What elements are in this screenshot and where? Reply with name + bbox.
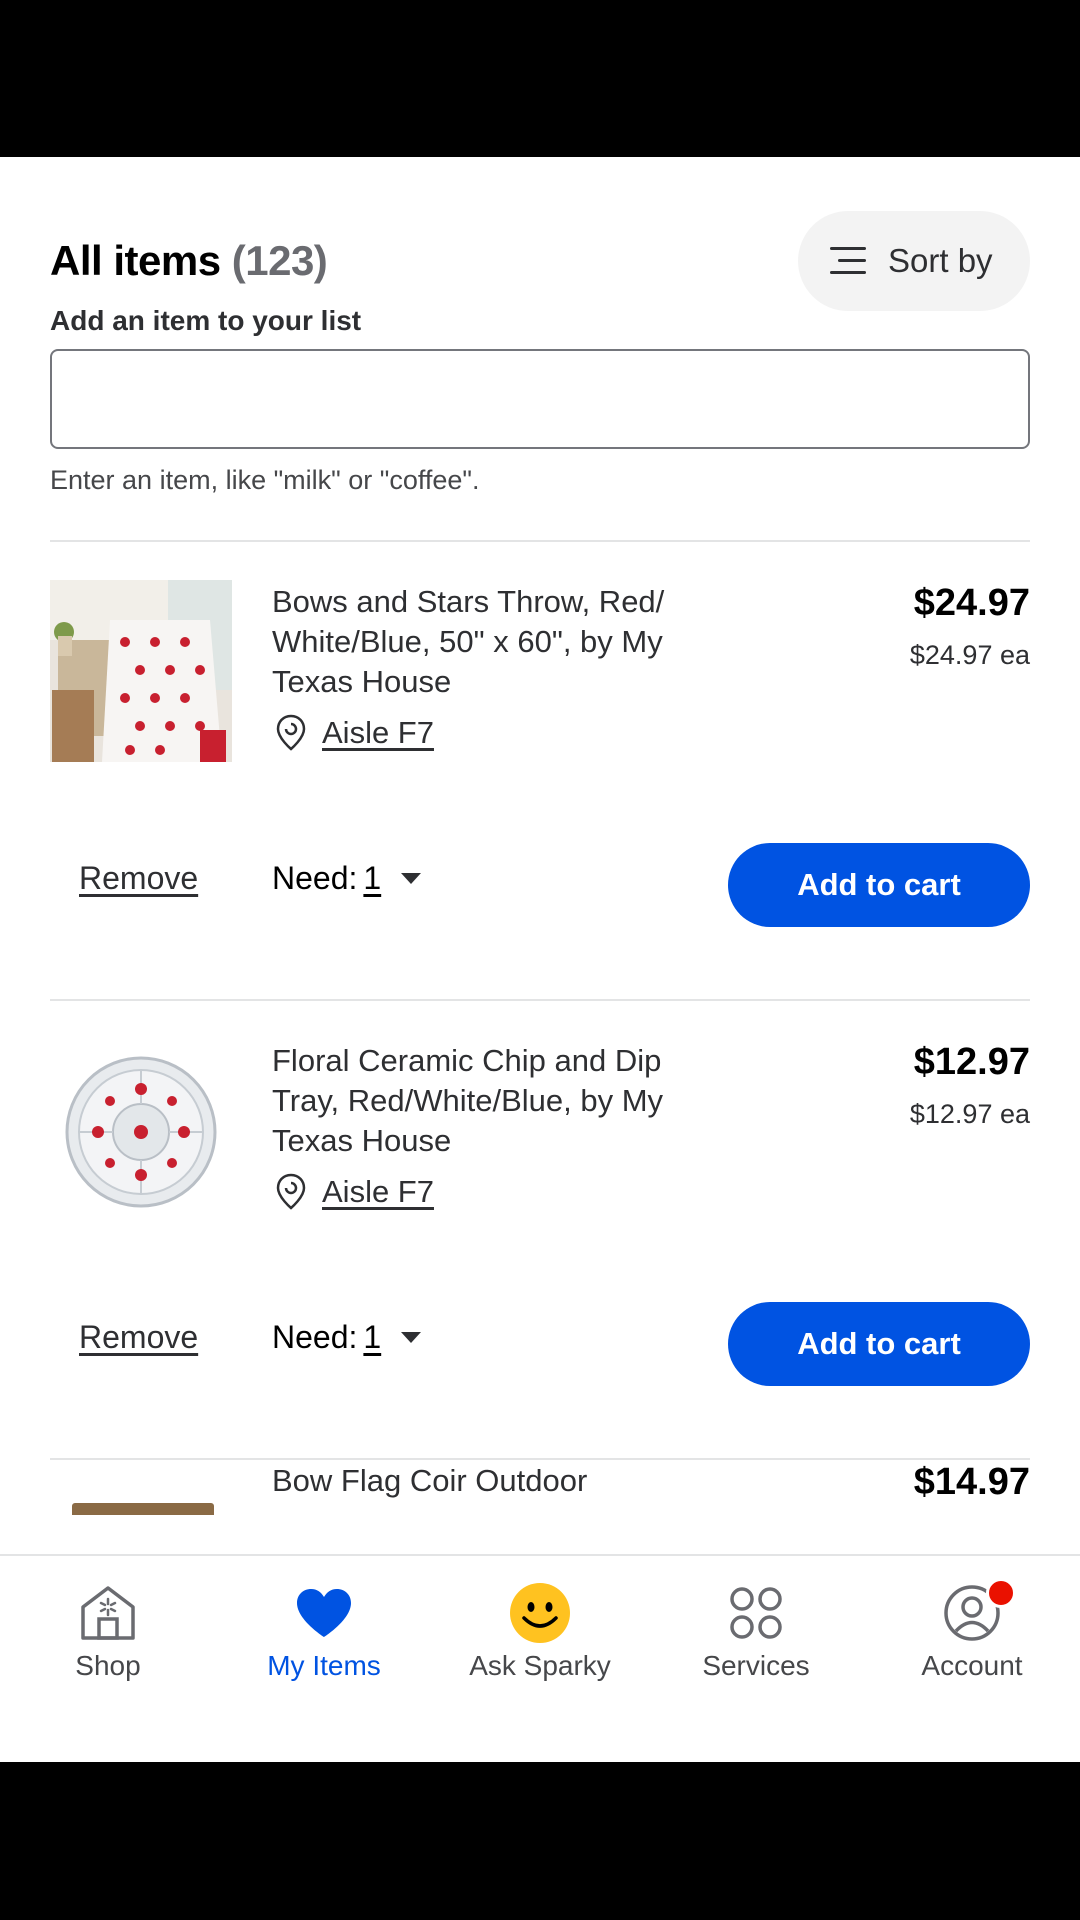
- bottom-nav: Shop My Items Ask Sparky Services Accoun…: [0, 1554, 1080, 1762]
- product-image-flag-mat[interactable]: [72, 1503, 214, 1515]
- need-qty: 1: [363, 1319, 382, 1355]
- tab-label: Ask Sparky: [469, 1650, 611, 1681]
- my-items-screen: All items (123) Sort by Add an item to y…: [0, 157, 1080, 1762]
- list-item: Floral Ceramic Chip and Dip Tray, Red/Wh…: [0, 1001, 1080, 1461]
- product-name[interactable]: Floral Ceramic Chip and Dip Tray, Red/Wh…: [272, 1041, 712, 1161]
- tab-shop[interactable]: Shop: [0, 1556, 216, 1762]
- tab-services[interactable]: Services: [648, 1556, 864, 1762]
- heart-icon: [293, 1582, 355, 1644]
- unit-price: $24.97 ea: [909, 640, 1030, 670]
- store-icon: [77, 1582, 139, 1644]
- unit-price: $12.97 ea: [909, 1099, 1030, 1129]
- product-name[interactable]: Bow Flag Coir Outdoor: [272, 1461, 752, 1501]
- tab-account[interactable]: Account: [864, 1556, 1080, 1762]
- aisle-link[interactable]: Aisle F7: [276, 714, 434, 752]
- sort-button-label: Sort by: [888, 242, 993, 279]
- product-price: $24.97: [913, 582, 1030, 624]
- add-to-cart-button[interactable]: Add to cart: [728, 1302, 1030, 1386]
- tab-my-items[interactable]: My Items: [216, 1556, 432, 1762]
- aisle-label: Aisle F7: [322, 1174, 434, 1209]
- add-item-input[interactable]: [50, 349, 1030, 449]
- product-price: $14.97: [913, 1461, 1030, 1503]
- add-to-cart-button[interactable]: Add to cart: [728, 843, 1030, 927]
- product-price: $12.97: [913, 1041, 1030, 1083]
- tab-label: Shop: [75, 1650, 141, 1681]
- divider: [50, 1458, 1030, 1460]
- status-bar: [0, 0, 1080, 157]
- item-count: (123): [231, 237, 328, 284]
- add-item-label: Add an item to your list: [50, 305, 362, 336]
- remove-button[interactable]: Remove: [79, 860, 198, 897]
- need-quantity-dropdown[interactable]: Need: 1: [272, 1319, 422, 1356]
- page-title-text: All items: [50, 237, 221, 284]
- tab-label: Account: [921, 1650, 1023, 1681]
- remove-button[interactable]: Remove: [79, 1319, 198, 1356]
- need-label: Need:: [272, 1319, 358, 1355]
- system-navigation-area: [0, 1762, 1080, 1920]
- smiley-icon: [509, 1582, 571, 1644]
- location-pin-icon: [276, 714, 306, 751]
- grid-circles-icon: [725, 1582, 787, 1644]
- list-item: Bows and Stars Throw, Red/ White/Blue, 5…: [0, 542, 1080, 1002]
- need-quantity-dropdown[interactable]: Need: 1: [272, 860, 422, 897]
- list-header: All items (123) Sort by: [50, 185, 1030, 311]
- sort-button[interactable]: Sort by: [798, 211, 1030, 311]
- product-name[interactable]: Bows and Stars Throw, Red/ White/Blue, 5…: [272, 582, 712, 702]
- aisle-link[interactable]: Aisle F7: [276, 1173, 434, 1211]
- notification-badge: [986, 1578, 1016, 1608]
- caret-down-icon: [401, 1332, 422, 1343]
- tab-label: My Items: [267, 1650, 381, 1681]
- page-title: All items (123): [50, 237, 328, 285]
- aisle-label: Aisle F7: [322, 715, 434, 750]
- location-pin-icon: [276, 1173, 306, 1210]
- product-image-throw[interactable]: [50, 580, 232, 762]
- caret-down-icon: [401, 873, 422, 884]
- add-item-hint: Enter an item, like "milk" or "coffee".: [50, 465, 480, 495]
- need-label: Need:: [272, 860, 358, 896]
- product-image-chip-dip-tray[interactable]: [50, 1039, 232, 1221]
- tab-ask-sparky[interactable]: Ask Sparky: [432, 1556, 648, 1762]
- sort-lines-icon: [830, 247, 866, 275]
- tab-label: Services: [702, 1650, 810, 1681]
- need-qty: 1: [363, 860, 382, 896]
